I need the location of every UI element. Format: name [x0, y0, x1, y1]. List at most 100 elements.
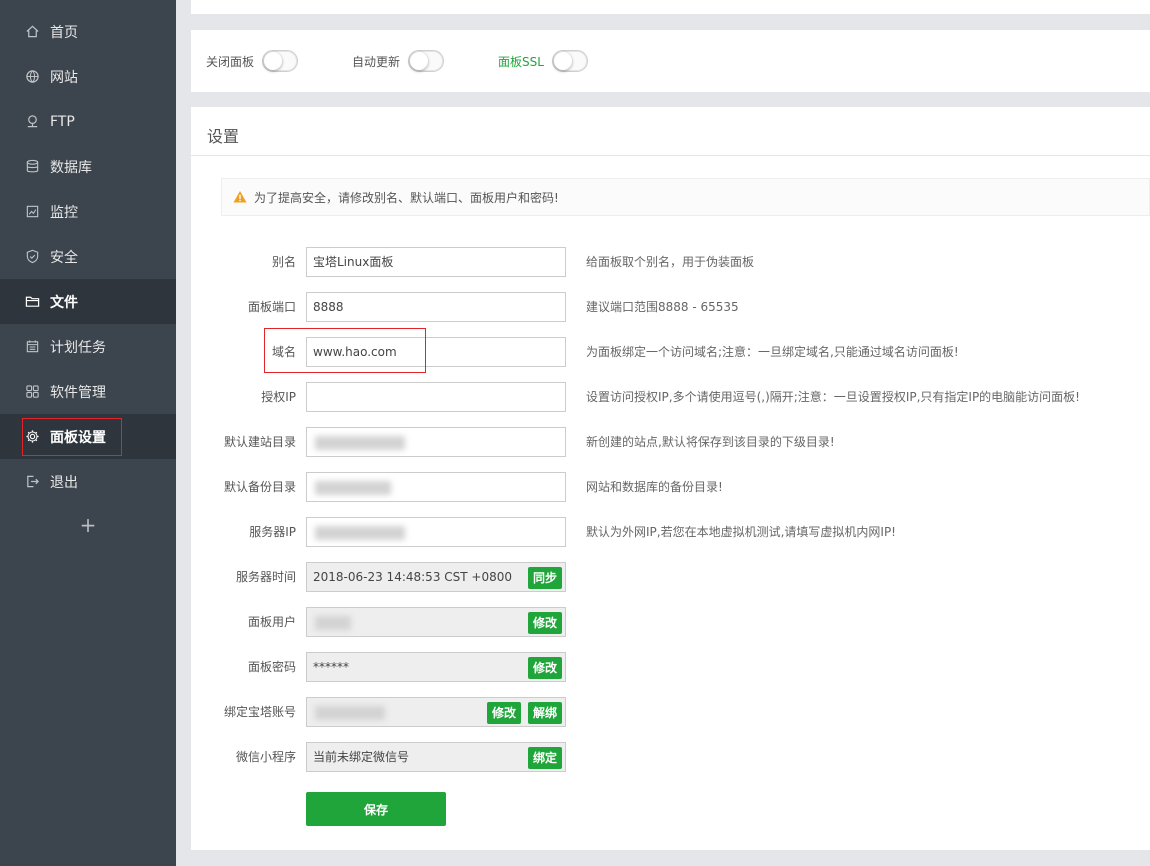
settings-panel: 设置 为了提高安全，请修改别名、默认端口、面板用户和密码! 别名 宝塔Linux…	[191, 107, 1150, 850]
shield-icon	[24, 249, 40, 265]
sidebar-item-label: FTP	[50, 113, 75, 130]
sidebar-item-label: 文件	[50, 294, 78, 311]
sidebar-item-software[interactable]: 软件管理	[0, 369, 176, 414]
alias-label: 别名	[271, 255, 296, 269]
toggle-auto-update: 自动更新	[352, 50, 445, 72]
divider	[191, 155, 1150, 156]
server-time-value: 2018-06-23 14:48:53 CST +0800	[313, 570, 512, 584]
panel-user-field: 修改	[306, 607, 566, 637]
backup-dir-label: 默认备份目录	[223, 480, 296, 494]
toggle-bar: 关闭面板 自动更新 面板SSL	[191, 30, 1150, 92]
auth-ip-row: 授权IP 设置访问授权IP,多个请使用逗号(,)隔开;注意：一旦设置授权IP,只…	[191, 382, 1150, 412]
sidebar-item-website[interactable]: 网站	[0, 54, 176, 99]
sidebar-item-monitor[interactable]: 监控	[0, 189, 176, 234]
page-title: 设置	[207, 127, 240, 146]
bind-wechat-button[interactable]: 绑定	[527, 747, 562, 769]
wechat-label: 微信小程序	[235, 750, 296, 764]
panel-ssl-switch[interactable]	[551, 50, 588, 72]
bt-account-label: 绑定宝塔账号	[223, 705, 296, 719]
sidebar-item-label: 数据库	[50, 159, 92, 176]
sidebar-item-label: 退出	[50, 474, 78, 491]
highlight-box	[264, 328, 426, 373]
sidebar-item-ftp[interactable]: FTP	[0, 99, 176, 144]
server-ip-row: 服务器IP 默认为外网IP,若您在本地虚拟机测试,请填写虚拟机内网IP!	[191, 517, 1150, 547]
alias-hint: 给面板取个别名，用于伪装面板	[586, 255, 755, 269]
redacted-value	[315, 481, 391, 495]
sidebar-item-label: 网站	[50, 69, 78, 86]
close-panel-switch[interactable]	[262, 50, 299, 72]
server-time-label: 服务器时间	[235, 570, 296, 584]
unbind-account-button[interactable]: 解绑	[527, 702, 562, 724]
domain-hint: 为面板绑定一个访问域名;注意：一旦绑定域名,只能通过域名访问面板!	[586, 345, 959, 359]
sidebar-item-label: 计划任务	[50, 339, 106, 356]
wechat-field: 当前未绑定微信号 绑定	[306, 742, 566, 772]
sidebar-item-label: 首页	[50, 24, 78, 41]
warning-text: 为了提高安全，请修改别名、默认端口、面板用户和密码!	[254, 190, 559, 205]
panel-password-field: ****** 修改	[306, 652, 566, 682]
header-strip	[191, 0, 1150, 14]
redacted-value	[315, 616, 351, 630]
alias-input[interactable]: 宝塔Linux面板	[306, 247, 566, 277]
redacted-value	[315, 526, 405, 540]
port-input[interactable]: 8888	[306, 292, 566, 322]
auth-ip-input[interactable]	[306, 382, 566, 412]
logout-icon	[24, 474, 40, 490]
server-time-field: 2018-06-23 14:48:53 CST +0800 同步	[306, 562, 566, 592]
wechat-row: 微信小程序 当前未绑定微信号 绑定	[191, 742, 1150, 772]
toggle-panel-ssl: 面板SSL	[498, 50, 588, 72]
redacted-value	[315, 436, 405, 450]
switch-knob	[264, 52, 283, 70]
alias-row: 别名 宝塔Linux面板 给面板取个别名，用于伪装面板	[191, 247, 1150, 277]
backup-dir-row: 默认备份目录 网站和数据库的备份目录!	[191, 472, 1150, 502]
panel-password-row: 面板密码 ****** 修改	[191, 652, 1150, 682]
bt-account-field: 修改 解绑	[306, 697, 566, 727]
sidebar-item-security[interactable]: 安全	[0, 234, 176, 279]
server-time-row: 服务器时间 2018-06-23 14:48:53 CST +0800 同步	[191, 562, 1150, 592]
edit-user-button[interactable]: 修改	[527, 612, 562, 634]
sidebar-item-files[interactable]: 文件	[0, 279, 176, 324]
grid-icon	[24, 384, 40, 400]
port-hint: 建议端口范围8888 - 65535	[586, 300, 739, 314]
sidebar-item-home[interactable]: 首页	[0, 9, 176, 54]
auto-update-switch[interactable]	[408, 50, 445, 72]
sidebar-item-logout[interactable]: 退出	[0, 459, 176, 504]
highlight-box	[22, 418, 122, 456]
sync-button[interactable]: 同步	[527, 567, 562, 589]
site-dir-input[interactable]	[306, 427, 566, 457]
home-icon	[24, 24, 40, 40]
add-button[interactable]: +	[0, 504, 176, 546]
site-dir-hint: 新创建的站点,默认将保存到该目录的下级目录!	[586, 435, 835, 449]
toggle-label: 自动更新	[352, 54, 401, 69]
monitor-icon	[24, 204, 40, 220]
backup-dir-input[interactable]	[306, 472, 566, 502]
auth-ip-hint: 设置访问授权IP,多个请使用逗号(,)隔开;注意：一旦设置授权IP,只有指定IP…	[586, 390, 1080, 404]
bt-account-row: 绑定宝塔账号 修改 解绑	[191, 697, 1150, 727]
toggle-close-panel: 关闭面板	[206, 50, 299, 72]
switch-knob	[553, 52, 572, 70]
sidebar-item-database[interactable]: 数据库	[0, 144, 176, 189]
site-dir-row: 默认建站目录 新创建的站点,默认将保存到该目录的下级目录!	[191, 427, 1150, 457]
warning-icon	[233, 191, 247, 203]
ftp-icon	[24, 114, 40, 130]
sidebar-item-cron[interactable]: 计划任务	[0, 324, 176, 369]
server-ip-input[interactable]	[306, 517, 566, 547]
server-ip-label: 服务器IP	[249, 525, 296, 539]
save-button[interactable]: 保存	[306, 792, 446, 826]
toggle-label[interactable]: 面板SSL	[498, 53, 544, 70]
switch-knob	[410, 52, 429, 70]
password-value: ******	[313, 660, 349, 674]
sidebar-item-label: 安全	[50, 249, 78, 266]
panel-user-label: 面板用户	[247, 615, 296, 629]
port-label: 面板端口	[247, 300, 296, 314]
edit-password-button[interactable]: 修改	[527, 657, 562, 679]
edit-account-button[interactable]: 修改	[486, 702, 521, 724]
sidebar: 首页 网站 FTP 数据库 监控 安全 文件 计划任务 软件管理 面板设置 退出…	[0, 0, 176, 866]
folder-icon	[24, 294, 40, 310]
server-ip-hint: 默认为外网IP,若您在本地虚拟机测试,请填写虚拟机内网IP!	[586, 525, 896, 539]
wechat-value: 当前未绑定微信号	[313, 750, 410, 764]
backup-dir-hint: 网站和数据库的备份目录!	[586, 480, 723, 494]
warning-banner: 为了提高安全，请修改别名、默认端口、面板用户和密码!	[221, 178, 1150, 216]
toggle-label: 关闭面板	[206, 54, 255, 69]
globe-icon	[24, 69, 40, 85]
panel-user-row: 面板用户 修改	[191, 607, 1150, 637]
